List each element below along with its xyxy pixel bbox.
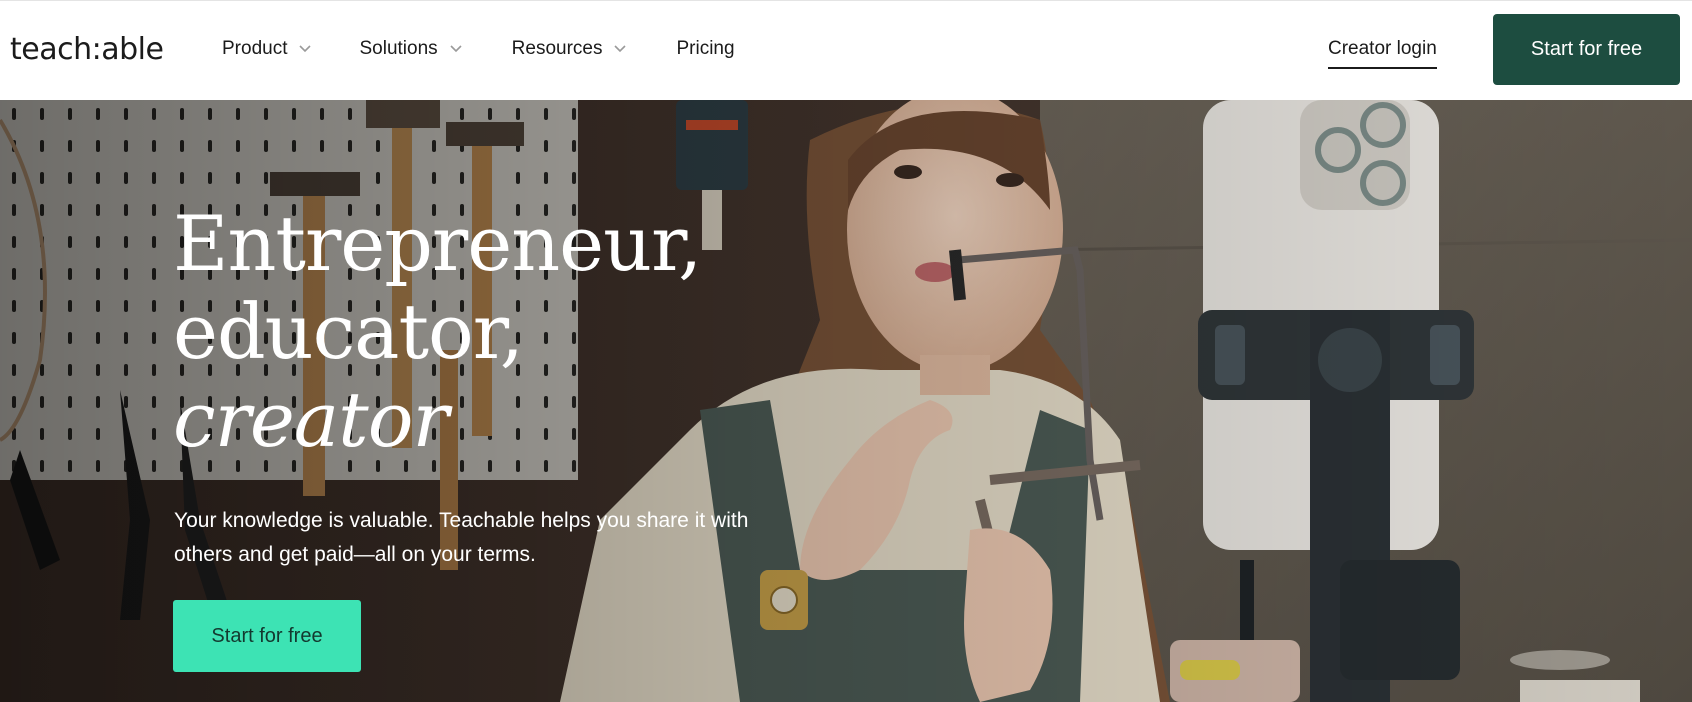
- creator-login-link[interactable]: Creator login: [1328, 37, 1437, 69]
- hero-headline: Entrepreneur, educator, creator: [173, 199, 702, 464]
- nav-item-product[interactable]: Product: [222, 37, 313, 61]
- nav-item-solutions[interactable]: Solutions: [359, 37, 463, 61]
- headline-line-3: creator: [173, 375, 449, 464]
- hero-start-free-button[interactable]: Start for free: [173, 600, 361, 672]
- nav-item-pricing[interactable]: Pricing: [676, 37, 734, 61]
- nav-item-product-label: Product: [222, 38, 288, 59]
- hero-subtext: Your knowledge is valuable. Teachable he…: [174, 509, 749, 566]
- main-nav: Product Solutions Resources Pricing: [222, 37, 735, 61]
- site-header: teach:able Product Solutions Resources P…: [0, 0, 1692, 100]
- nav-item-resources-label: Resources: [511, 38, 603, 59]
- headline-line-2: educator,: [173, 287, 524, 376]
- nav-item-solutions-label: Solutions: [359, 38, 438, 59]
- chevron-down-icon: [299, 45, 312, 53]
- nav-item-pricing-label: Pricing: [676, 38, 735, 59]
- chevron-down-icon: [614, 45, 627, 53]
- nav-item-resources[interactable]: Resources: [512, 37, 629, 61]
- teachable-logo[interactable]: teach:able: [10, 31, 164, 69]
- hero-section: Entrepreneur, educator, creator Your kno…: [0, 100, 1692, 702]
- chevron-down-icon: [450, 45, 462, 53]
- header-start-free-button[interactable]: Start for free: [1493, 14, 1680, 85]
- headline-line-1: Entrepreneur,: [173, 199, 702, 288]
